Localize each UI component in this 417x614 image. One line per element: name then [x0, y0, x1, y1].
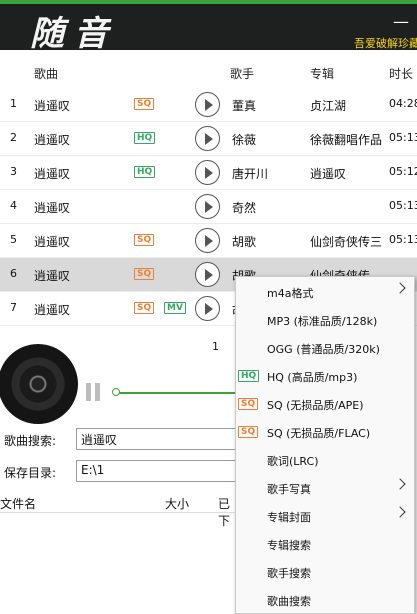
- column-singer[interactable]: 歌手: [230, 65, 254, 82]
- song-row[interactable]: 3 逍遥叹 HQ 唐开川 逍遥叹 05:12: [0, 156, 417, 190]
- menu-item-album-cover[interactable]: 专辑封面: [236, 502, 414, 530]
- play-button[interactable]: [195, 194, 220, 219]
- menu-item-song-search[interactable]: 歌曲搜索: [236, 586, 414, 614]
- minimize-button[interactable]: —: [393, 12, 409, 31]
- menu-item-label: 歌手写真: [267, 483, 311, 496]
- song-row[interactable]: 5 逍遥叹 SQ 胡歌 仙剑奇侠传三 05:13: [0, 224, 417, 258]
- mv-badge[interactable]: MV: [164, 302, 186, 314]
- sq-quality-badge: SQ: [134, 234, 155, 246]
- menu-item-m4a[interactable]: m4a格式: [236, 278, 414, 306]
- menu-item-label: 专辑搜索: [267, 539, 311, 552]
- hq-quality-badge: HQ: [238, 370, 260, 382]
- song-title: 逍遥叹: [34, 167, 71, 181]
- song-title: 逍遥叹: [34, 99, 71, 113]
- column-size[interactable]: 大小: [165, 495, 189, 512]
- search-input[interactable]: 逍遥叹: [76, 428, 236, 450]
- menu-item-ogg[interactable]: OGG (普通品质/320k): [236, 334, 414, 362]
- sq-quality-badge: SQ: [238, 426, 259, 438]
- hq-quality-badge: HQ: [134, 132, 156, 144]
- title-bar: 随音 — 吾爱破解珍藏: [0, 0, 417, 54]
- menu-item-label: 专辑封面: [267, 511, 311, 524]
- save-dir-label: 保存目录:: [4, 466, 57, 480]
- forum-link[interactable]: 吾爱破解珍藏: [354, 35, 417, 51]
- submenu-arrow-icon: [394, 282, 406, 294]
- column-duration[interactable]: 时长: [389, 65, 413, 82]
- search-label: 歌曲搜索:: [4, 434, 57, 448]
- duration: 05:13: [389, 199, 417, 212]
- column-song[interactable]: 歌曲: [34, 65, 58, 82]
- app-logo: 随音: [30, 14, 118, 54]
- song-title: 逍遥叹: [34, 133, 71, 147]
- singer-name: 唐开川: [232, 167, 269, 181]
- menu-item-label: m4a格式: [267, 287, 314, 300]
- singer-name: 董真: [232, 99, 257, 113]
- sq-quality-badge: SQ: [238, 398, 259, 410]
- menu-item-lyrics[interactable]: 歌词(LRC): [236, 446, 414, 474]
- submenu-arrow-icon: [394, 506, 406, 518]
- play-button[interactable]: [195, 126, 220, 151]
- menu-item-label: OGG (普通品质/320k): [267, 343, 380, 356]
- song-table-header: 歌曲 歌手 专辑 时长: [0, 58, 417, 88]
- page-number[interactable]: 1: [212, 340, 219, 353]
- play-button[interactable]: [195, 228, 220, 253]
- sq-quality-badge: SQ: [134, 268, 155, 280]
- vinyl-disc-icon: [0, 344, 78, 424]
- menu-item-label: HQ (高品质/mp3): [267, 371, 358, 384]
- song-row[interactable]: 2 逍遥叹 HQ 徐薇 徐薇翻唱作品 05:13: [0, 122, 417, 156]
- menu-item-label: 歌词(LRC): [267, 455, 319, 468]
- row-number: 5: [10, 233, 17, 246]
- column-filename[interactable]: 文件名: [0, 495, 36, 512]
- row-number: 6: [10, 267, 17, 280]
- singer-name: 胡歌: [232, 235, 257, 249]
- sq-quality-badge: SQ: [134, 302, 155, 314]
- song-row[interactable]: 4 逍遥叹 奇然 05:13: [0, 190, 417, 224]
- duration: 05:13: [389, 131, 417, 144]
- progress-handle[interactable]: [112, 388, 120, 396]
- singer-name: 徐薇: [232, 133, 257, 147]
- menu-item-singer-search[interactable]: 歌手搜索: [236, 558, 414, 586]
- song-title: 逍遥叹: [34, 201, 71, 215]
- submenu-arrow-icon: [394, 478, 406, 490]
- album-name: 仙剑奇侠传三: [310, 235, 383, 249]
- song-title: 逍遥叹: [34, 303, 71, 317]
- menu-item-album-search[interactable]: 专辑搜索: [236, 530, 414, 558]
- duration: 05:12: [389, 165, 417, 178]
- menu-item-label: SQ (无损品质/APE): [267, 399, 364, 412]
- progress-track[interactable]: [116, 392, 240, 394]
- song-title: 逍遥叹: [34, 235, 71, 249]
- menu-item-label: SQ (无损品质/FLAC): [267, 427, 371, 440]
- row-number: 3: [10, 165, 17, 178]
- sq-quality-badge: SQ: [134, 98, 155, 110]
- play-button[interactable]: [195, 160, 220, 185]
- song-title: 逍遥叹: [34, 269, 71, 283]
- singer-name: 奇然: [232, 201, 257, 215]
- album-name: 逍遥叹: [310, 167, 347, 181]
- row-number: 2: [10, 131, 17, 144]
- context-menu: m4a格式 MP3 (标准品质/128k) OGG (普通品质/320k) HQ…: [235, 276, 415, 614]
- duration: 05:13: [389, 233, 417, 246]
- pause-icon[interactable]: [86, 383, 102, 401]
- row-number: 7: [10, 301, 17, 314]
- menu-item-label: 歌手搜索: [267, 567, 311, 580]
- menu-item-label: MP3 (标准品质/128k): [267, 315, 378, 328]
- play-button[interactable]: [195, 92, 220, 117]
- hq-quality-badge: HQ: [134, 166, 156, 178]
- column-album[interactable]: 专辑: [310, 65, 334, 82]
- download-table-header: 文件名 大小 已下: [0, 492, 240, 528]
- album-name: 徐薇翻唱作品: [310, 133, 383, 147]
- menu-item-sq-flac[interactable]: SQ SQ (无损品质/FLAC): [236, 418, 414, 446]
- duration: 04:28: [389, 97, 417, 110]
- menu-item-sq-ape[interactable]: SQ SQ (无损品质/APE): [236, 390, 414, 418]
- play-button[interactable]: [195, 296, 220, 321]
- song-row[interactable]: 1 逍遥叹 SQ 董真 贞江湖 04:28: [0, 88, 417, 122]
- play-button[interactable]: [195, 262, 220, 287]
- row-number: 4: [10, 199, 17, 212]
- menu-item-hq[interactable]: HQ HQ (高品质/mp3): [236, 362, 414, 390]
- menu-item-singer-photo[interactable]: 歌手写真: [236, 474, 414, 502]
- album-name: 贞江湖: [310, 99, 347, 113]
- save-dir-input[interactable]: E:\1: [76, 460, 236, 482]
- row-number: 1: [10, 97, 17, 110]
- menu-item-label: 歌曲搜索: [267, 595, 311, 608]
- menu-item-mp3[interactable]: MP3 (标准品质/128k): [236, 306, 414, 334]
